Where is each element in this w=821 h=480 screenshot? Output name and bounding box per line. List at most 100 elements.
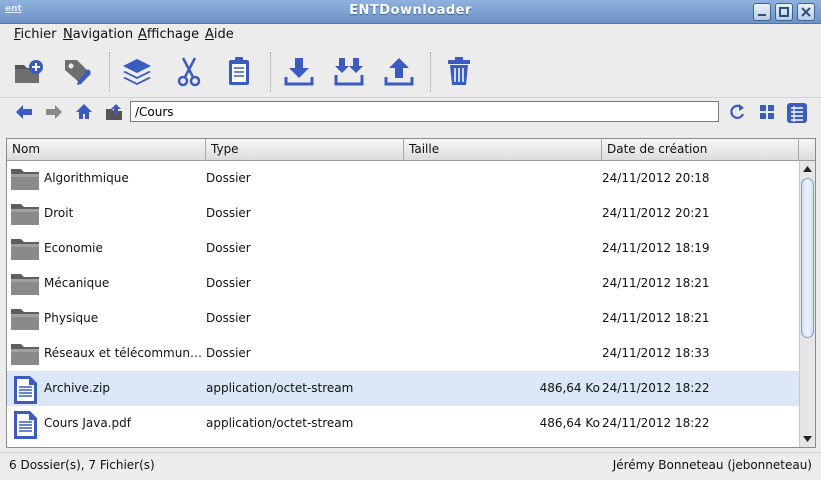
paste-button[interactable]	[220, 52, 258, 90]
forward-button[interactable]	[44, 102, 64, 122]
arrow-right-icon	[46, 105, 62, 119]
table-row[interactable]: Réseaux et télécommunic... Dossier 24/11/2…	[7, 336, 799, 371]
scroll-down-button[interactable]	[800, 431, 815, 447]
status-bar: 6 Dossier(s), 7 Fichier(s) Jérémy Bonnet…	[0, 452, 821, 480]
arrow-left-icon	[16, 105, 32, 119]
cut-icon	[177, 57, 201, 87]
layers-icon	[123, 59, 151, 85]
grid-view-icon	[760, 105, 774, 119]
table-row[interactable]: Mécanique Dossier 24/11/2012 18:21	[7, 266, 799, 301]
download-all-icon	[334, 58, 364, 86]
toolbar-separator	[270, 52, 271, 92]
cut-button[interactable]	[170, 52, 208, 90]
cell-name: Archive.zip	[44, 381, 110, 395]
refresh-button[interactable]	[727, 102, 747, 122]
refresh-icon	[730, 104, 745, 119]
parent-folder-button[interactable]	[104, 102, 124, 122]
toolbar-separator	[109, 52, 110, 92]
scroll-up-icon	[803, 166, 812, 172]
table-row[interactable]: Physique Dossier 24/11/2012 18:21	[7, 301, 799, 336]
toolbar	[0, 46, 821, 98]
cell-name: Mécanique	[44, 276, 110, 290]
cell-type: Dossier	[206, 311, 251, 325]
cell-type: Dossier	[206, 241, 251, 255]
document-icon	[14, 411, 37, 439]
cell-type: Dossier	[206, 346, 251, 360]
navigation-bar	[0, 98, 821, 126]
list-view-button[interactable]	[786, 102, 807, 123]
folder-icon	[11, 169, 39, 190]
cell-date: 24/11/2012 18:22	[602, 416, 710, 430]
table-row[interactable]: Cours Java.pdf application/octet-stream 48…	[7, 406, 799, 441]
cell-type: Dossier	[206, 276, 251, 290]
folder-icon	[11, 344, 39, 365]
upload-button[interactable]	[380, 52, 418, 90]
cell-type: application/octet-stream	[206, 381, 354, 395]
download-icon	[284, 58, 314, 86]
document-icon	[14, 376, 37, 404]
icon-view-button[interactable]	[757, 102, 777, 122]
menu-bar: Fichier Navigation Affichage Aide	[0, 24, 821, 46]
home-button[interactable]	[74, 102, 94, 122]
table-row[interactable]: Droit Dossier 24/11/2012 20:21	[7, 196, 799, 231]
cell-type: Dossier	[206, 206, 251, 220]
table-header: Nom Type Taille Date de création	[7, 139, 815, 161]
title-bar: ent ENTDownloader	[0, 0, 821, 24]
new-folder-icon	[15, 60, 43, 83]
column-header-size[interactable]: Taille	[404, 139, 602, 161]
scrollbar-thumb[interactable]	[801, 178, 814, 338]
cell-type: application/octet-stream	[206, 416, 354, 430]
cell-name: Physique	[44, 311, 99, 325]
vertical-scrollbar[interactable]	[799, 161, 815, 447]
new-folder-button[interactable]	[9, 52, 47, 90]
menu-navigation[interactable]: Navigation	[63, 27, 133, 42]
download-all-button[interactable]	[330, 52, 368, 90]
menu-fichier[interactable]: Fichier	[14, 27, 57, 42]
scroll-down-icon	[803, 436, 812, 442]
close-button[interactable]	[797, 3, 815, 21]
cell-date: 24/11/2012 18:21	[602, 276, 710, 290]
minimize-icon	[758, 14, 766, 16]
scroll-up-button[interactable]	[800, 161, 815, 177]
layers-button[interactable]	[118, 52, 156, 90]
back-button[interactable]	[14, 102, 34, 122]
toolbar-separator	[430, 52, 431, 92]
cell-date: 24/11/2012 18:22	[602, 381, 710, 395]
delete-button[interactable]	[440, 52, 478, 90]
folder-icon	[11, 309, 39, 330]
cell-name: Economie	[44, 241, 103, 255]
file-table: Nom Type Taille Date de création Algorit…	[6, 138, 816, 448]
minimize-button[interactable]	[753, 3, 771, 21]
cell-date: 24/11/2012 20:21	[602, 206, 710, 220]
menu-aide[interactable]: Aide	[205, 27, 234, 42]
table-row[interactable]: Algorithmique Dossier 24/11/2012 20:18	[7, 161, 799, 196]
maximize-button[interactable]	[775, 3, 793, 21]
folder-up-icon	[106, 104, 122, 120]
cell-date: 24/11/2012 18:21	[602, 311, 710, 325]
table-row[interactable]: Economie Dossier 24/11/2012 18:19	[7, 231, 799, 266]
column-header-name[interactable]: Nom	[7, 139, 206, 161]
folder-icon	[11, 274, 39, 295]
folder-icon	[11, 239, 39, 260]
trash-icon	[448, 57, 470, 85]
column-header-type[interactable]: Type	[206, 139, 404, 161]
menu-affichage[interactable]: Affichage	[138, 27, 199, 42]
column-header-date[interactable]: Date de création	[602, 139, 799, 161]
table-row[interactable]: Archive.zip application/octet-stream 486,6…	[7, 371, 799, 406]
cell-name: Réseaux et télécommunic...	[44, 346, 205, 360]
maximize-icon	[779, 7, 789, 17]
cell-type: Dossier	[206, 171, 251, 185]
status-user: Jérémy Bonneteau (jebonneteau)	[612, 458, 812, 472]
path-input[interactable]	[130, 101, 719, 122]
cell-date: 24/11/2012 18:19	[602, 241, 710, 255]
upload-icon	[384, 58, 414, 86]
tag-edit-icon	[65, 60, 91, 85]
rename-button[interactable]	[59, 52, 97, 90]
cell-size: 486,64 Ko	[539, 416, 600, 430]
folder-icon	[11, 204, 39, 225]
cell-date: 24/11/2012 20:18	[602, 171, 710, 185]
download-button[interactable]	[280, 52, 318, 90]
cell-size: 486,64 Ko	[539, 381, 600, 395]
home-icon	[76, 104, 92, 119]
list-view-icon	[787, 103, 807, 123]
